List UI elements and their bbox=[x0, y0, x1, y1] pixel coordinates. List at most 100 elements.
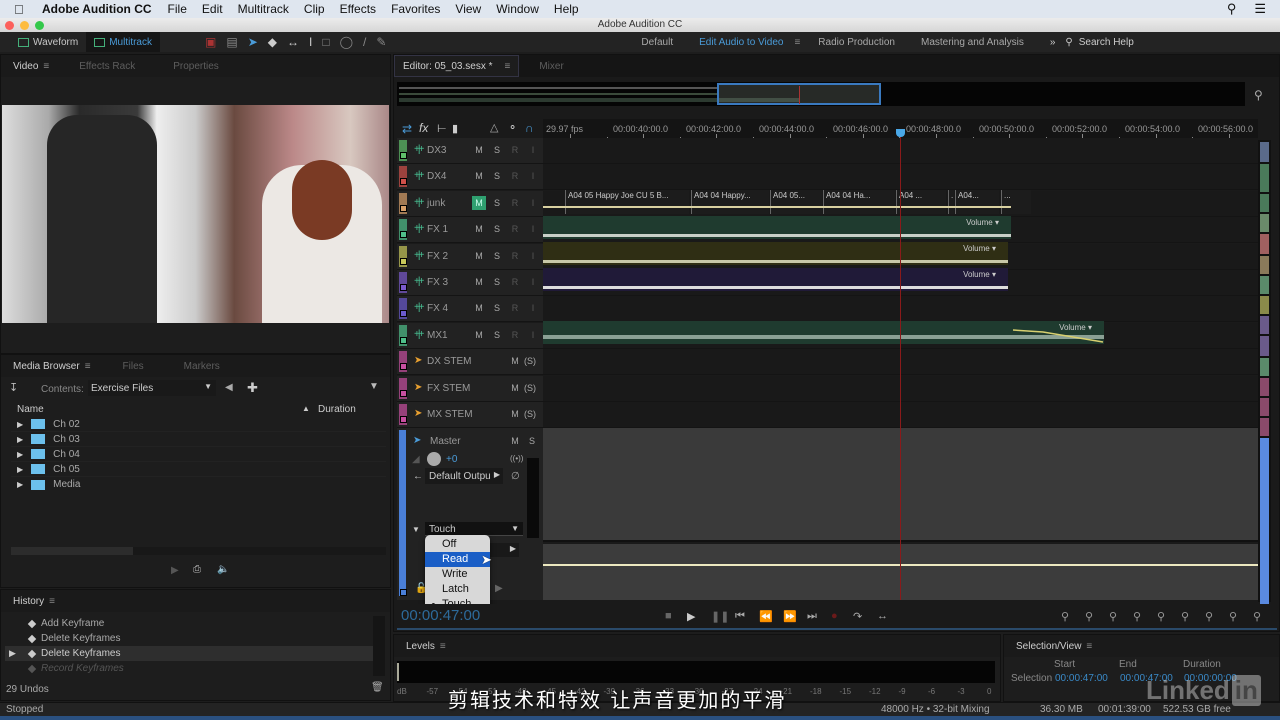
notification-list-icon[interactable]: ☰ bbox=[1254, 1, 1266, 17]
import-icon[interactable]: ↧ bbox=[9, 381, 18, 394]
clip[interactable]: A04 05... bbox=[770, 190, 822, 214]
panel-menu-icon[interactable]: ≡ bbox=[440, 641, 446, 652]
panel-menu-icon[interactable]: ≡ bbox=[505, 61, 511, 72]
move-tool-icon[interactable]: ➤ bbox=[248, 35, 258, 49]
zoom-in-at-out-point-icon[interactable]: ⚲ bbox=[1205, 610, 1213, 623]
tab-media-browser[interactable]: Media Browser ≡ bbox=[1, 361, 103, 372]
filter-icon[interactable]: ▼ bbox=[369, 381, 379, 392]
inputs-outputs-icon[interactable]: ⇄ bbox=[402, 122, 412, 136]
zoom-out-amplitude-icon[interactable]: ⚲ bbox=[1085, 610, 1093, 623]
fx3-clip[interactable]: Volume ▾ bbox=[543, 268, 1008, 291]
track-color-swatch[interactable] bbox=[400, 390, 407, 397]
apple-icon[interactable]:  bbox=[14, 2, 30, 17]
sends-icon[interactable]: ⊢ bbox=[437, 122, 447, 135]
col-duration-header[interactable]: Duration bbox=[318, 404, 356, 415]
current-time-display[interactable]: 00:00:47:00 bbox=[401, 607, 480, 624]
track-name[interactable]: FX 3 bbox=[427, 277, 448, 288]
playhead-handle[interactable] bbox=[896, 129, 905, 137]
pause-button[interactable]: ❚❚ bbox=[711, 610, 729, 623]
menu-item-write[interactable]: Write bbox=[425, 567, 490, 582]
app-menu[interactable]: Adobe Audition CC bbox=[42, 2, 152, 16]
zoom-selected-tracks-icon[interactable]: ⚲ bbox=[1253, 610, 1261, 623]
track-header-fx-2[interactable]: +|+ FX 2 MSRI bbox=[397, 244, 543, 270]
razor-tool-icon[interactable]: ◆ bbox=[268, 35, 277, 49]
track-color-swatch[interactable] bbox=[400, 363, 407, 370]
selection-start-field[interactable]: 00:00:47:00 bbox=[1055, 673, 1108, 684]
fx1-clip[interactable]: Volume ▾ bbox=[543, 216, 1011, 239]
tab-mixer[interactable]: Mixer bbox=[527, 61, 575, 72]
track-header-fx-1[interactable]: +|+ FX 1 MSRI bbox=[397, 217, 543, 243]
multitrack-view-button[interactable]: Multitrack bbox=[86, 32, 160, 52]
input-monitor-button[interactable]: I bbox=[526, 328, 540, 342]
menu-view[interactable]: View bbox=[455, 2, 481, 16]
solo-safe-button[interactable]: (S) bbox=[523, 381, 537, 395]
menu-edit[interactable]: Edit bbox=[202, 2, 223, 16]
track-header-junk[interactable]: +|+ junk M S R I bbox=[397, 191, 543, 217]
track-name[interactable]: DX3 bbox=[427, 145, 446, 156]
history-item-undone[interactable]: Record Keyframes bbox=[5, 661, 373, 676]
track-color-swatch[interactable] bbox=[400, 284, 407, 291]
tab-markers[interactable]: Markers bbox=[172, 361, 232, 372]
stereo-balance-icon[interactable]: ((•)) bbox=[510, 454, 523, 463]
panel-menu-icon[interactable]: ≡ bbox=[49, 596, 55, 607]
track-header-dx4[interactable]: +|+ DX4 M S R I bbox=[397, 164, 543, 190]
track-scroll-segment[interactable] bbox=[1260, 194, 1269, 212]
clip[interactable]: ... bbox=[1001, 190, 1031, 214]
mute-button[interactable]: M bbox=[472, 275, 486, 289]
trash-icon[interactable]: 🗑 bbox=[371, 682, 384, 693]
clip[interactable]: A04 04 Ha... bbox=[823, 190, 895, 214]
tab-levels[interactable]: Levels ≡ bbox=[394, 641, 458, 652]
track-scroll-segment[interactable] bbox=[1260, 378, 1269, 396]
track-name[interactable]: DX4 bbox=[427, 171, 446, 182]
contents-dropdown[interactable]: Exercise Files ▼ bbox=[88, 380, 216, 396]
tab-effects-rack[interactable]: Effects Rack bbox=[67, 61, 147, 72]
list-item[interactable]: ▶ Ch 05 bbox=[11, 462, 386, 477]
mute-button[interactable]: M bbox=[472, 196, 486, 210]
track-scroll-segment[interactable] bbox=[1260, 358, 1269, 376]
more-workspaces-icon[interactable]: » bbox=[1050, 37, 1056, 48]
workspace-radio-production[interactable]: Radio Production bbox=[818, 37, 921, 48]
record-arm-button[interactable]: R bbox=[508, 222, 522, 236]
solo-button[interactable]: S bbox=[490, 301, 504, 315]
solo-button[interactable]: S bbox=[490, 196, 504, 210]
output-dropdown[interactable]: Default Outpu ▶ bbox=[425, 468, 503, 484]
mx1-clip[interactable]: Volume ▾ bbox=[543, 321, 1104, 344]
menu-multitrack[interactable]: Multitrack bbox=[238, 2, 289, 16]
volume-envelope-curve[interactable] bbox=[543, 321, 1104, 344]
history-item[interactable]: Add Keyframe bbox=[5, 616, 373, 631]
slip-tool-icon[interactable]: ↔ bbox=[287, 35, 299, 49]
list-item[interactable]: ▶ Ch 04 bbox=[11, 447, 386, 462]
expand-arrow-icon[interactable]: ▶ bbox=[495, 583, 503, 594]
zoom-in-at-in-point-icon[interactable]: ⚲ bbox=[1181, 610, 1189, 623]
menu-clip[interactable]: Clip bbox=[304, 2, 325, 16]
record-arm-button[interactable]: R bbox=[508, 328, 522, 342]
track-color-swatch[interactable] bbox=[400, 178, 407, 185]
volume-knob[interactable] bbox=[427, 452, 441, 466]
track-scroll-segment[interactable] bbox=[1260, 256, 1269, 274]
mute-button[interactable]: M bbox=[508, 354, 522, 368]
solo-button[interactable]: S bbox=[490, 169, 504, 183]
track-color-swatch[interactable] bbox=[400, 337, 407, 344]
minimize-window-button[interactable] bbox=[20, 21, 29, 30]
tab-files[interactable]: Files bbox=[111, 361, 156, 372]
input-monitor-button[interactable]: I bbox=[526, 143, 540, 157]
track-name[interactable]: junk bbox=[427, 198, 445, 209]
input-monitor-button[interactable]: I bbox=[526, 301, 540, 315]
panel-menu-icon[interactable]: ≡ bbox=[85, 361, 91, 372]
add-shortcut-icon[interactable]: ✚ bbox=[247, 380, 258, 396]
auto-play-volume-icon[interactable]: 🔈 bbox=[217, 564, 229, 575]
track-color-swatch[interactable] bbox=[400, 310, 407, 317]
history-scrollbar[interactable] bbox=[373, 616, 385, 676]
panel-menu-icon[interactable]: ≡ bbox=[1086, 641, 1092, 652]
track-name[interactable]: FX STEM bbox=[427, 383, 470, 394]
track-scroll-segment[interactable] bbox=[1260, 296, 1269, 314]
track-scroll-segment[interactable] bbox=[1260, 214, 1269, 232]
track-color-swatch[interactable] bbox=[400, 152, 407, 159]
rewind-button[interactable]: ⏪ bbox=[759, 610, 773, 623]
tab-selection-view[interactable]: Selection/View ≡ bbox=[1004, 641, 1104, 652]
clip[interactable]: A04 ... bbox=[896, 190, 946, 214]
tab-history[interactable]: History ≡ bbox=[1, 596, 67, 607]
eq-icon[interactable]: ▮ bbox=[452, 122, 458, 135]
lasso-tool-icon[interactable]: ◯ bbox=[340, 35, 353, 49]
zoom-window-button[interactable] bbox=[35, 21, 44, 30]
